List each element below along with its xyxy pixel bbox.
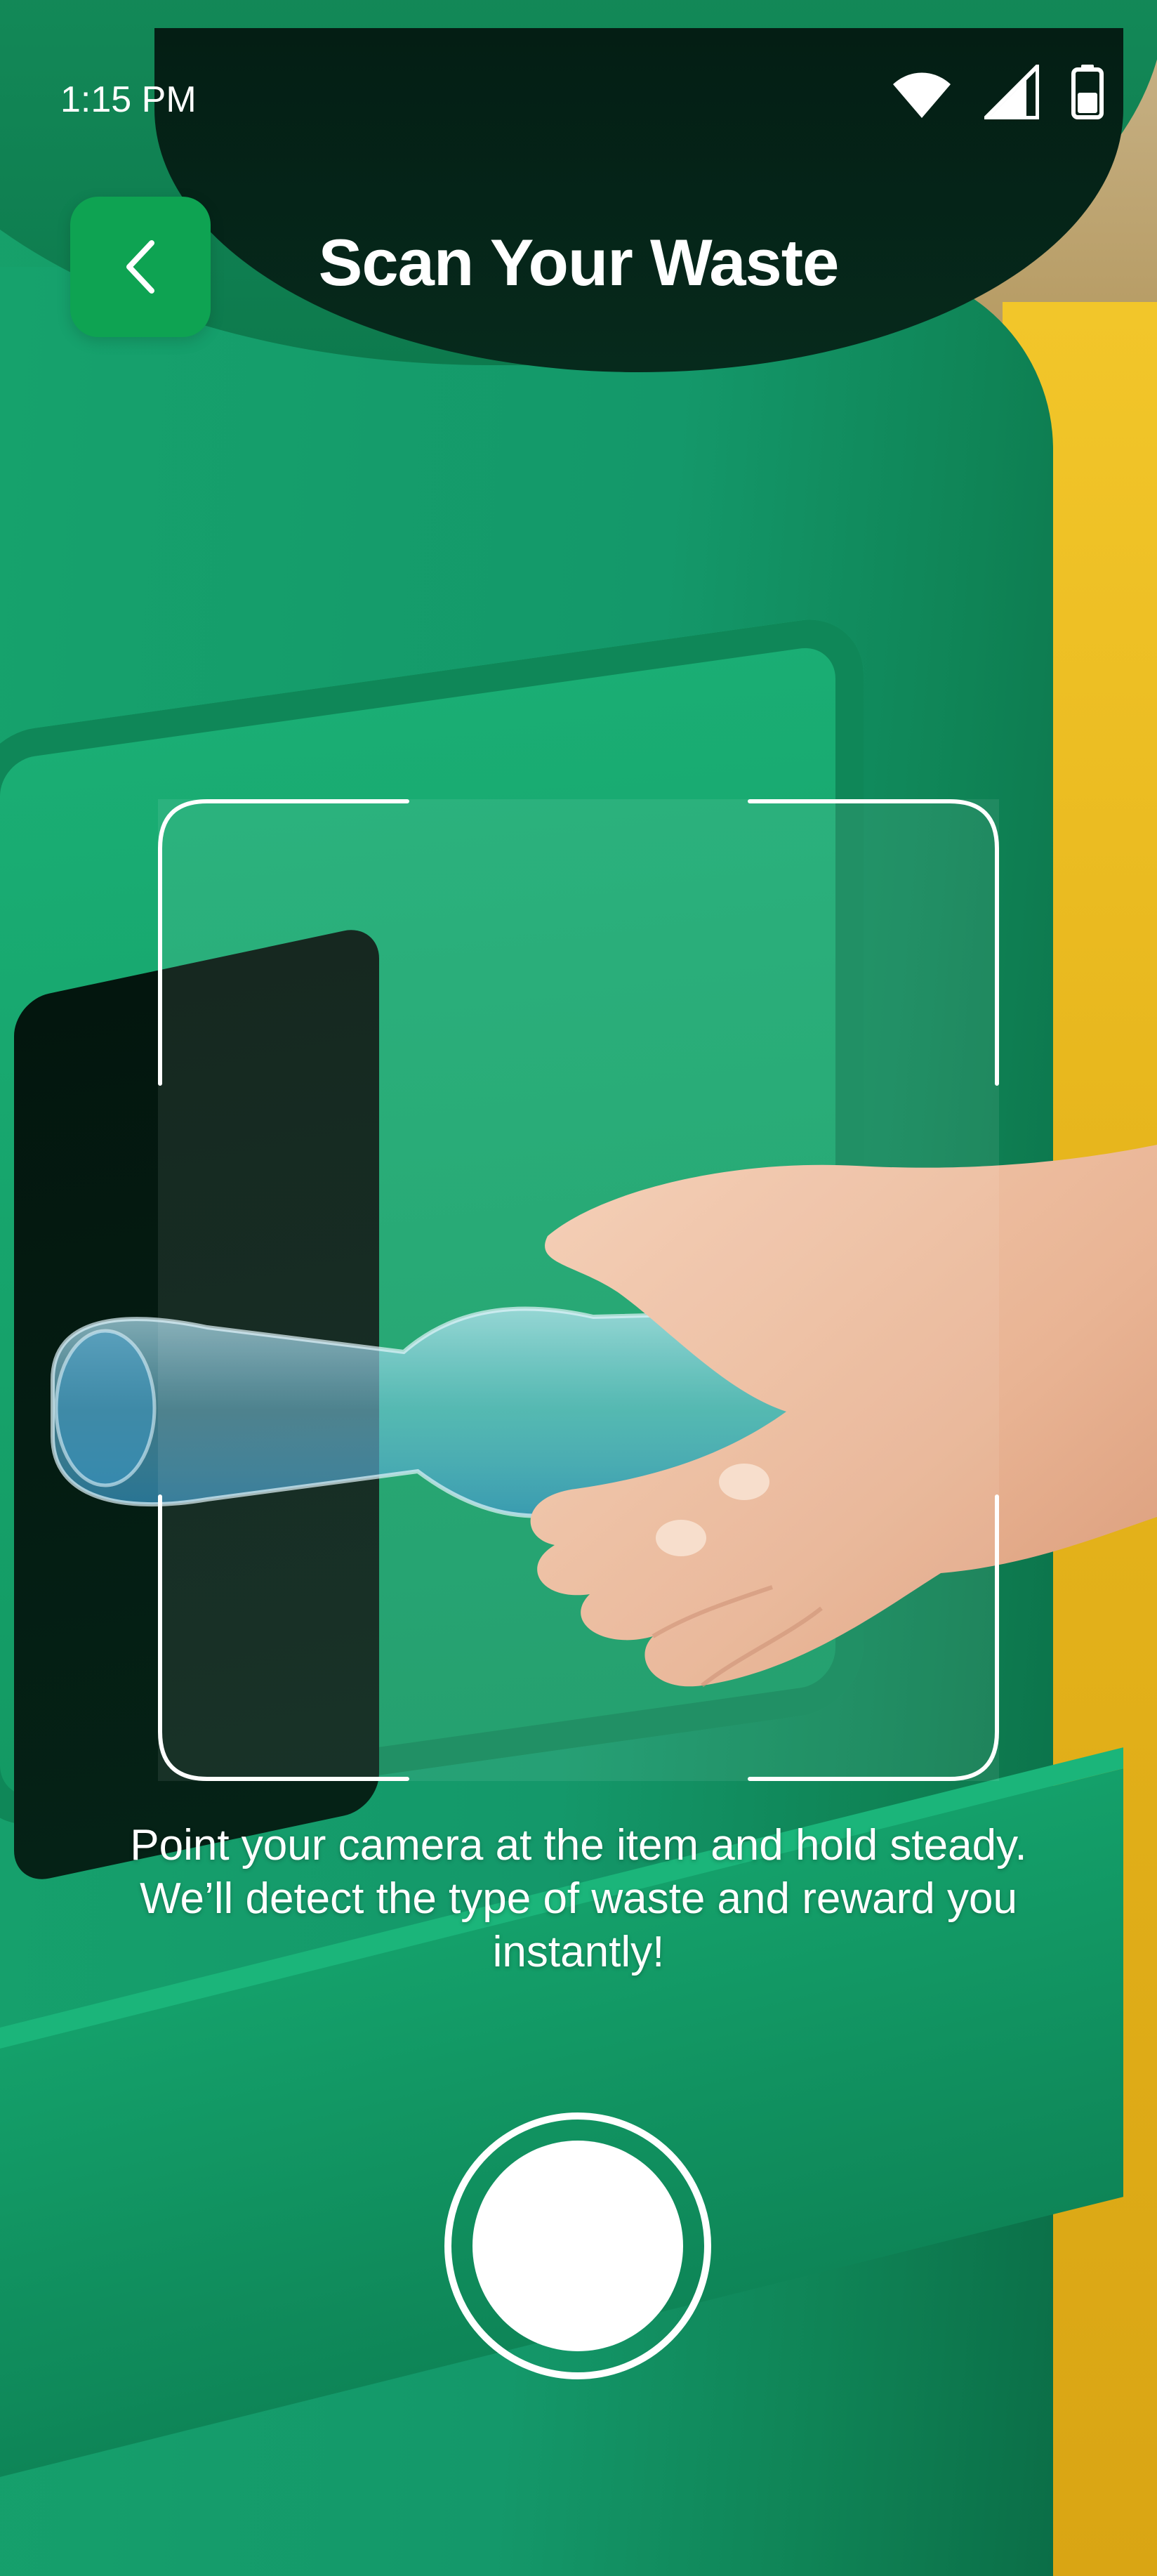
scan-instruction: Point your camera at the item and hold s…	[130, 1821, 1027, 1976]
battery-icon	[1071, 65, 1104, 119]
page-title: Scan Your Waste	[318, 225, 840, 299]
shutter-button[interactable]	[444, 2112, 711, 2379]
cellular-signal-icon	[984, 65, 1039, 119]
scan-corner-bottom-left	[158, 1494, 409, 1781]
status-bar: 1:15 PM	[0, 0, 1157, 126]
scan-frame-corners	[158, 799, 999, 1781]
shutter-button-icon	[472, 2141, 683, 2351]
scan-frame	[158, 799, 999, 1781]
status-icons	[892, 65, 1104, 119]
wifi-icon	[893, 72, 951, 118]
status-time: 1:15 PM	[60, 79, 197, 120]
scan-corner-bottom-right	[748, 1494, 999, 1781]
scan-corner-top-right	[748, 799, 999, 1086]
scan-corner-top-left	[158, 799, 409, 1086]
